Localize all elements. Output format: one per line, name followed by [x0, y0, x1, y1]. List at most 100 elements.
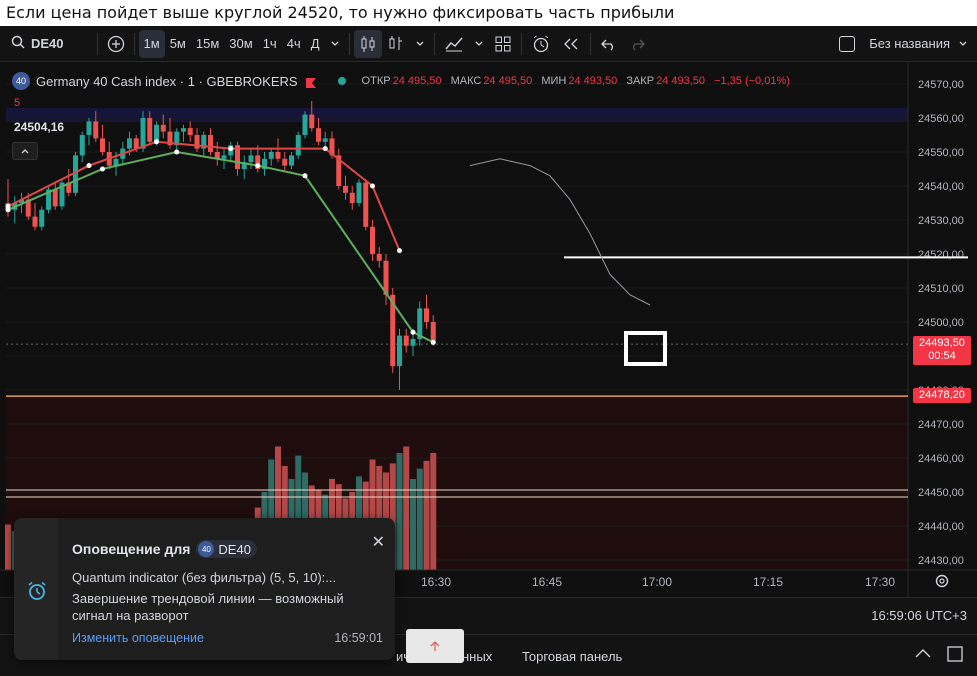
expand-panel-button[interactable] [914, 647, 932, 662]
candle-body [93, 121, 99, 139]
chevron-down-icon [331, 41, 338, 46]
price-tick-label: 24450,00 [918, 487, 964, 499]
candles-icon [361, 35, 375, 52]
symbol-search[interactable]: DE40 [6, 30, 69, 58]
candle-body [403, 335, 409, 346]
candle-body [370, 226, 375, 254]
volume-bar [410, 479, 416, 570]
collapse-legend-button[interactable] [12, 142, 38, 160]
double-arrow-up-icon [430, 641, 440, 651]
alarm-clock-icon [533, 35, 548, 52]
trend-point [100, 166, 105, 172]
price-tick-label: 24470,00 [918, 419, 964, 431]
interval-1m[interactable]: 1м [138, 29, 165, 58]
tab-partial-2[interactable]: нных [462, 649, 492, 664]
candle-body [154, 124, 159, 142]
interval-30m[interactable]: 30м [224, 30, 257, 58]
chart-settings-button[interactable] [934, 573, 950, 594]
templates-button[interactable] [489, 30, 517, 58]
candle-body [32, 216, 38, 227]
alert-notification[interactable]: Оповещение для 40 DE40 ✕ Quantum indicat… [14, 518, 395, 660]
interval-1h[interactable]: 1ч [258, 30, 282, 58]
flag-icon [305, 76, 316, 88]
price-tick-label: 24430,00 [918, 555, 964, 567]
symbol-logo: 40 [12, 72, 30, 90]
layout-select[interactable]: Без названия [834, 30, 973, 58]
candle-body [322, 138, 328, 142]
candle-body [39, 209, 45, 227]
maximize-icon [947, 646, 963, 662]
notification-message: Завершение трендовой линии — возможный с… [72, 591, 344, 623]
separator [589, 32, 591, 55]
volume-bar [396, 453, 403, 570]
price-tick-label: 24570,00 [918, 79, 964, 91]
chart-legend: 40 Germany 40 Cash index · 1 · GBEBROKER… [12, 72, 790, 90]
trend-point [154, 139, 159, 145]
scroll-to-top-button[interactable] [406, 629, 464, 663]
maximize-panel-button[interactable] [946, 645, 964, 666]
candle-body [363, 182, 369, 227]
interval-1d[interactable]: Д [306, 30, 325, 58]
separator [433, 32, 435, 55]
candle-body [187, 128, 193, 135]
candles-style-button[interactable] [353, 29, 382, 58]
ohlc-values: ОТКР 24 495,50 МАКС 24 495,50 МИН 24 493,50… [361, 75, 790, 87]
separator [348, 32, 350, 55]
indicators-button[interactable] [439, 30, 469, 58]
chart-toolbar: DE40 1м 5м 15м 30м 1ч 4ч Д Без названия [0, 26, 977, 62]
rewind-icon [563, 38, 577, 49]
candle-body [430, 322, 436, 343]
interval-15m[interactable]: 15м [191, 30, 224, 58]
symbol-logo: 40 [198, 541, 215, 557]
indicators-dropdown[interactable] [469, 30, 489, 58]
candle-body [160, 124, 166, 132]
chart-type-dropdown[interactable] [410, 30, 430, 58]
notification-indicator: Quantum indicator (без фильтра) (5, 5, 1… [72, 570, 337, 585]
chevron-down-icon [475, 41, 482, 46]
edit-alert-link[interactable]: Изменить оповещение [72, 631, 204, 645]
trend-point [410, 329, 416, 335]
indicator-price-label: 24504,16 [14, 120, 65, 134]
undo-button[interactable] [595, 30, 623, 58]
market-open-dot [337, 77, 346, 85]
interval-5m[interactable]: 5м [165, 30, 191, 58]
legend-title[interactable]: Germany 40 Cash index · 1 · GBEBROKERS [36, 74, 298, 89]
chevron-down-icon [959, 41, 967, 46]
candle-body [86, 121, 92, 135]
price-tick-label: 24560,00 [918, 113, 964, 125]
interval-4h[interactable]: 4ч [282, 30, 306, 58]
tab-trading-panel[interactable]: Торговая панель [522, 649, 622, 664]
separator [133, 32, 135, 55]
replay-button[interactable] [556, 30, 586, 58]
candle-body [208, 135, 213, 152]
redo-button[interactable] [623, 30, 651, 58]
candle-body [133, 138, 139, 149]
trend-point [302, 173, 308, 179]
clock[interactable]: 16:59:06 UTC+3 [871, 608, 967, 623]
price-tick-label: 24440,00 [918, 521, 964, 533]
compare-button[interactable] [102, 30, 130, 58]
candle-body [221, 155, 227, 159]
trend-point [370, 183, 375, 189]
line-price-tag: 24478,20 [913, 388, 971, 403]
candle-body [268, 152, 274, 159]
checkbox-icon [839, 35, 856, 52]
candle-body [100, 138, 105, 152]
trend-point [255, 163, 261, 169]
close-icon[interactable]: ✕ [372, 532, 385, 552]
price-tick-label: 24500,00 [918, 317, 964, 329]
time-tick-label: 17:00 [642, 575, 672, 589]
search-icon [11, 35, 25, 52]
bar-style-button[interactable] [382, 30, 410, 58]
layout-name: Без названия [869, 36, 950, 51]
redo-icon [632, 39, 645, 50]
current-price-tag: 24493,50 00:54 [913, 336, 971, 365]
alert-button[interactable] [526, 30, 556, 58]
candle-body [349, 192, 355, 203]
trend-point [86, 163, 92, 169]
candle-body [356, 182, 362, 203]
candle-body [52, 189, 58, 207]
candle-body [309, 114, 315, 129]
symbol-chip[interactable]: 40 DE40 [196, 540, 257, 558]
interval-dropdown[interactable] [325, 30, 345, 58]
